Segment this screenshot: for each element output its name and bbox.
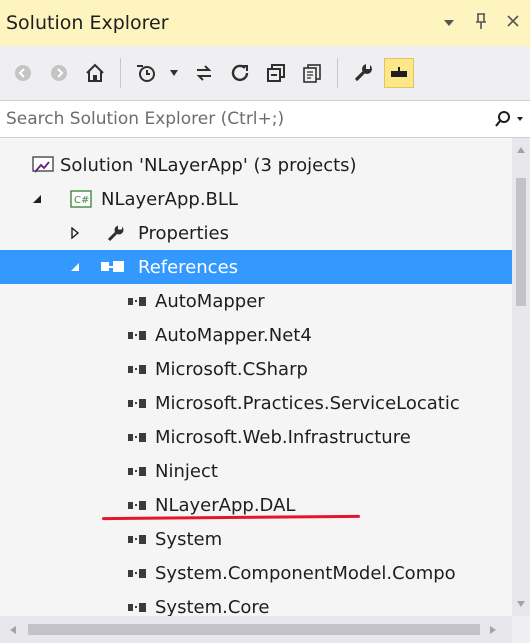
search-box[interactable]: Search Solution Explorer (Ctrl+;) [0,100,530,138]
project-label: NLayerApp.BLL [101,188,238,210]
assembly-reference-icon [128,465,146,477]
home-icon[interactable] [80,58,110,88]
references-label: References [138,256,239,278]
pending-changes-icon[interactable] [131,58,161,88]
title-controls [440,12,530,35]
toolbar-separator [337,58,338,88]
horizontal-scroll-thumb[interactable] [28,624,480,635]
assembly-reference-icon [128,499,146,511]
reference-label: Ninject [155,460,218,482]
search-input[interactable]: Search Solution Explorer (Ctrl+;) [0,109,494,129]
vertical-scrollbar[interactable] [512,138,530,616]
solution-tree: Solution 'NLayerApp' (3 projects) C# NLa… [0,138,512,616]
close-icon[interactable] [504,13,522,33]
horizontal-scrollbar[interactable] [0,616,530,643]
solution-icon [32,156,54,174]
scroll-up-icon[interactable] [515,144,527,156]
assembly-reference-icon [128,431,146,443]
collapse-all-icon[interactable] [261,58,291,88]
expanded-arrow-icon[interactable] [68,260,82,274]
assembly-reference-icon [128,363,146,375]
scrollbar-corner [512,616,530,643]
wrench-icon [106,223,126,243]
reference-item[interactable]: AutoMapper [0,284,512,318]
forward-icon[interactable] [44,58,74,88]
reference-item[interactable]: Microsoft.Practices.ServiceLocatic [0,386,512,420]
reference-label: AutoMapper [155,290,265,312]
window-title: Solution Explorer [6,12,169,34]
refresh-icon[interactable] [225,58,255,88]
assembly-reference-icon [128,533,146,545]
scroll-right-icon[interactable] [486,623,500,637]
reference-label: Microsoft.Practices.ServiceLocatic [155,392,460,414]
scroll-left-icon[interactable] [6,623,20,637]
dropdown-icon[interactable] [167,58,181,88]
reference-label: System.ComponentModel.Compo [155,562,456,584]
tree-row-properties[interactable]: Properties [0,216,512,250]
reference-label: AutoMapper.Net4 [155,324,312,346]
reference-label: System [155,528,223,550]
assembly-reference-icon [128,295,146,307]
reference-label: Microsoft.CSharp [155,358,308,380]
search-icon [495,111,510,127]
reference-label: Microsoft.Web.Infrastructure [155,426,411,448]
reference-label: NLayerApp.DAL [155,494,296,516]
pin-icon[interactable] [472,12,490,35]
vertical-scroll-thumb[interactable] [516,178,526,306]
back-icon[interactable] [8,58,38,88]
reference-item[interactable]: Microsoft.CSharp [0,352,512,386]
toolbar-separator [120,58,121,88]
assembly-reference-icon [128,397,146,409]
reference-item[interactable]: AutoMapper.Net4 [0,318,512,352]
assembly-reference-icon [128,567,146,579]
window-dropdown-icon[interactable] [440,13,458,33]
toolbar [0,46,530,100]
solution-label: Solution 'NLayerApp' (3 projects) [60,154,357,176]
csharp-badge: C# [74,195,89,206]
reference-item[interactable]: Microsoft.Web.Infrastructure [0,420,512,454]
reference-item[interactable]: Ninject [0,454,512,488]
tree-row-references[interactable]: References [0,250,512,284]
reference-item[interactable]: System.Core [0,590,512,616]
references-icon [100,259,126,275]
chevron-down-icon [517,117,523,121]
title-bar: Solution Explorer [0,0,530,46]
show-all-files-icon[interactable] [297,58,327,88]
scroll-down-icon[interactable] [515,598,527,610]
tree-row-solution[interactable]: Solution 'NLayerApp' (3 projects) [0,148,512,182]
reference-label: System.Core [155,596,270,617]
properties-label: Properties [138,222,229,244]
tree-row-project[interactable]: C# NLayerApp.BLL [0,182,512,216]
preview-icon[interactable] [384,58,414,88]
collapsed-arrow-icon[interactable] [68,226,82,240]
search-button[interactable] [494,110,530,128]
reference-item[interactable]: System.ComponentModel.Compo [0,556,512,590]
assembly-reference-icon [128,601,146,613]
assembly-reference-icon [128,329,146,341]
sync-icon[interactable] [189,58,219,88]
expanded-arrow-icon[interactable] [30,192,44,206]
properties-wrench-icon[interactable] [348,58,378,88]
csharp-project-icon: C# [70,190,92,208]
reference-item[interactable]: System [0,522,512,556]
